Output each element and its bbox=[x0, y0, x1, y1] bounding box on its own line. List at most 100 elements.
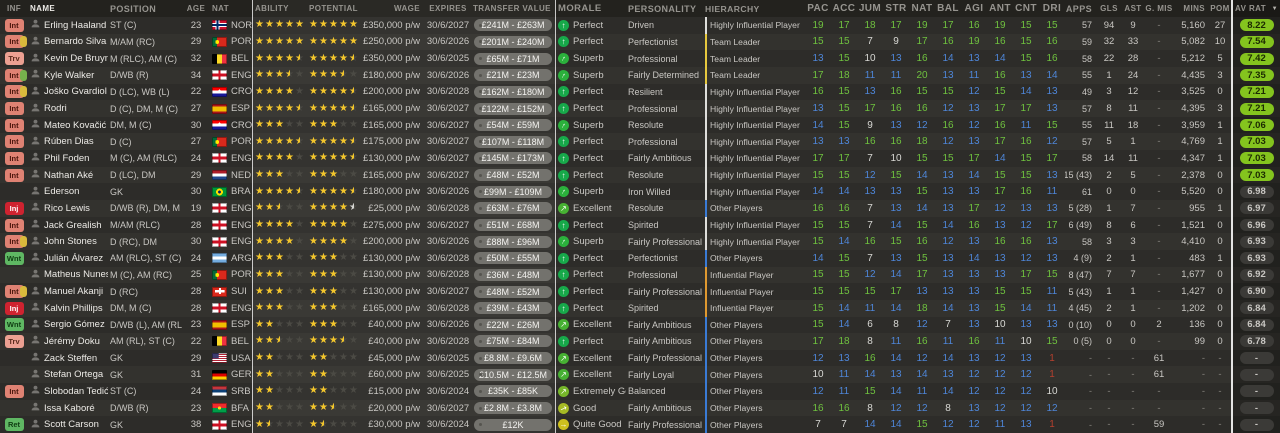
transfer-value-pill[interactable]: £12K bbox=[474, 418, 552, 431]
player-row[interactable]: Int Manuel Akanji D (RC) 28 SUI ★ ★ ★ ★ ★ ★ ★ ★ ★ ★ ★ ★ ★… bbox=[0, 283, 1280, 300]
transfer-value-pill[interactable]: £10.5M - £12.5M bbox=[474, 368, 552, 381]
player-row[interactable]: Trv Jérémy Doku AM (RL), ST (C) 22 BEL ★ ★ ★ ★ ★ ★… bbox=[0, 333, 1280, 350]
player-name-cell[interactable]: Sergio Gómez bbox=[28, 317, 108, 334]
column-header-pot[interactable]: POTENTIAL bbox=[307, 0, 362, 17]
player-name-cell[interactable]: Rico Lewis bbox=[28, 200, 108, 217]
player-name-cell[interactable]: Kalvin Phillips bbox=[28, 300, 108, 317]
player-row[interactable]: Int Rodri D (C), DM, M (C) 27 ESP ★ ★ ★ ★ ★ ★ ★ ★ ★ ★ ★… bbox=[0, 100, 1280, 117]
player-row[interactable]: Int Erling Haaland ST (C) 23 NOR ★ ★ ★ ★ ★ ★ ★ ★ ★ ★ ★ ★… bbox=[0, 17, 1280, 34]
player-name-cell[interactable]: Scott Carson bbox=[28, 416, 108, 433]
player-row[interactable]: Wnt Julián Álvarez AM (RLC), ST (C) 24 ARG ★ ★… bbox=[0, 249, 1280, 267]
column-header-attr3[interactable]: STR bbox=[883, 0, 909, 17]
column-header-val[interactable]: TRANSFER VALUE bbox=[471, 0, 555, 17]
player-row[interactable]: Int Nathan Aké D (LC), DM 29 NED ★ ★ ★ ★ ★ ★ ★ ★ ★ ★ ★ ★… bbox=[0, 166, 1280, 184]
player-name-cell[interactable]: Bernardo Silva bbox=[28, 34, 108, 51]
transfer-value-pill[interactable]: £50M - £55M bbox=[474, 252, 552, 265]
player-row[interactable]: Int Bernardo Silva M/AM (RC) 29 POR ★ ★ ★ ★ ★ ★ ★ ★ ★… bbox=[0, 33, 1280, 51]
player-row[interactable]: Int Mateo Kovačić DM, M (C) 30 CRO ★ ★ ★ ★ ★ ★ ★ ★ ★ ★… bbox=[0, 116, 1280, 134]
player-name-cell[interactable]: John Stones bbox=[28, 233, 108, 250]
column-header-morale[interactable]: MORALE bbox=[555, 0, 626, 17]
column-header-attr0[interactable]: PAC bbox=[805, 0, 831, 17]
player-name-cell[interactable]: Kyle Walker bbox=[28, 67, 108, 84]
transfer-value-pill[interactable]: £65M - £71M bbox=[474, 52, 552, 65]
column-header-attr9[interactable]: DRI bbox=[1039, 0, 1065, 17]
player-row[interactable]: Int Joško Gvardiol D (LC), WB (L) 22 CRO ★ ★ ★ ★… bbox=[0, 83, 1280, 101]
column-header-gls[interactable]: GLS bbox=[1097, 0, 1121, 17]
transfer-value-pill[interactable]: £145M - £173M bbox=[474, 152, 552, 165]
column-header-attr4[interactable]: NAT bbox=[909, 0, 935, 17]
player-name-cell[interactable]: Ederson bbox=[28, 183, 108, 200]
column-header-nat[interactable]: NAT bbox=[210, 0, 252, 17]
player-name-cell[interactable]: Rúben Dias bbox=[28, 133, 108, 150]
player-name-cell[interactable]: Rodri bbox=[28, 100, 108, 117]
transfer-value-pill[interactable]: £51M - £68M bbox=[474, 219, 552, 231]
player-row[interactable]: Int Rúben Dias D (C) 27 POR ★ ★ ★ ★ ★ ★ ★ ★ ★ ★ ★ ★ ★ ★ ★ ★ ★… bbox=[0, 133, 1280, 151]
player-row[interactable]: Stefan Ortega GK 31 GER ★ ★ ★ ★ ★ ★ ★ ★ ★ ★ ★ ★ ★ ★ £60,00… bbox=[0, 366, 1280, 384]
column-header-wage[interactable]: WAGE bbox=[362, 0, 425, 17]
player-name-cell[interactable]: Kevin De Bruyne bbox=[28, 50, 108, 67]
player-name-cell[interactable]: Jérémy Doku bbox=[28, 333, 108, 350]
player-name-cell[interactable]: Erling Haaland bbox=[28, 17, 108, 34]
transfer-value-pill[interactable]: £48M - £52M bbox=[474, 169, 552, 182]
player-row[interactable]: Int Jack Grealish M/AM (RLC) 28 ENG ★ ★ ★ ★ ★ ★ ★ ★ ★… bbox=[0, 216, 1280, 234]
transfer-value-pill[interactable]: £241M - £263M bbox=[474, 19, 552, 32]
player-name-cell[interactable]: Slobodan Tedić bbox=[28, 383, 108, 400]
column-header-attr1[interactable]: ACC bbox=[831, 0, 857, 17]
transfer-value-pill[interactable]: £63M - £76M bbox=[474, 202, 552, 215]
player-name-cell[interactable]: Nathan Aké bbox=[28, 167, 108, 184]
player-row[interactable]: Issa Kaboré D/WB (R) 23 BFA ★ ★ ★ ★ ★ ★ ★ ★ ★ ★ ★ ★ ★ ★ ★ £… bbox=[0, 399, 1280, 417]
transfer-value-pill[interactable]: £39M - £43M bbox=[474, 302, 552, 315]
column-header-abil[interactable]: ABILITY bbox=[252, 0, 307, 17]
column-header-exp[interactable]: EXPIRES bbox=[425, 0, 471, 17]
transfer-value-pill[interactable]: £162M - £180M bbox=[474, 85, 552, 98]
transfer-value-pill[interactable]: £201M - £240M bbox=[474, 35, 552, 48]
player-row[interactable]: RetScott CarsonGK38ENG★★★★★★★★★★★★★★£30,… bbox=[0, 416, 1280, 433]
transfer-value-pill[interactable]: £75M - £84M bbox=[474, 335, 552, 348]
transfer-value-pill[interactable]: £36M - £48M bbox=[474, 268, 552, 281]
column-header-mins[interactable]: MINS bbox=[1173, 0, 1209, 17]
player-name-cell[interactable]: Stefan Ortega bbox=[28, 366, 108, 383]
column-header-name[interactable]: NAME bbox=[28, 0, 108, 17]
player-name-cell[interactable]: Zack Steffen bbox=[28, 350, 108, 367]
player-row[interactable]: InjRico LewisD/WB (R), DM, M (C)19ENG★★★… bbox=[0, 200, 1280, 217]
player-row[interactable]: Inj Kalvin Phillips DM, M (C) 28 ENG ★ ★ ★ ★ ★ ★ ★ ★… bbox=[0, 299, 1280, 317]
sort-descending-icon[interactable]: ▼ bbox=[1272, 6, 1278, 12]
column-header-attr7[interactable]: ANT bbox=[987, 0, 1013, 17]
column-header-gmis[interactable]: G. MIS bbox=[1145, 0, 1173, 17]
player-row[interactable]: Zack Steffen GK 29 USA ★ ★ ★ ★ ★ ★ ★ ★ ★ ★ ★ ★ ★ ★ £45,000… bbox=[0, 349, 1280, 367]
player-name-cell[interactable]: Jack Grealish bbox=[28, 217, 108, 234]
transfer-value-pill[interactable]: £35K - £85K bbox=[474, 385, 552, 398]
column-header-pom[interactable]: POM bbox=[1209, 0, 1231, 17]
column-header-attr5[interactable]: BAL bbox=[935, 0, 961, 17]
column-header-age[interactable]: AGE bbox=[182, 0, 210, 17]
transfer-value-pill[interactable]: £22M - £26M bbox=[474, 318, 552, 331]
player-name-cell[interactable]: Matheus Nunes bbox=[28, 267, 108, 284]
column-header-apps[interactable]: APPS bbox=[1065, 0, 1097, 17]
player-row[interactable]: Int Kyle Walker D/WB (R) 34 ENG ★ ★ ★ ★ ★ ★ ★ ★ ★ ★ ★ ★ ★… bbox=[0, 66, 1280, 84]
player-row[interactable]: Int Phil Foden M (C), AM (RLC) 24 ENG ★ ★ ★ ★ ★ ★ ★… bbox=[0, 150, 1280, 167]
column-header-avrat[interactable]: AV RAT ▼ bbox=[1231, 0, 1280, 17]
player-name-cell[interactable]: Joško Gvardiol bbox=[28, 84, 108, 101]
player-name-cell[interactable]: Issa Kaboré bbox=[28, 400, 108, 417]
player-name-cell[interactable]: Phil Foden bbox=[28, 150, 108, 167]
transfer-value-pill[interactable]: £99M - £109M bbox=[474, 185, 552, 198]
column-header-pos[interactable]: POSITION bbox=[108, 0, 182, 17]
player-row[interactable]: Int Slobodan Tedić ST (C) 24 SRB ★ ★ ★ ★ ★ ★ ★ ★ ★ ★ ★ ★… bbox=[0, 383, 1280, 400]
player-name-cell[interactable]: Julián Álvarez bbox=[28, 250, 108, 267]
player-row[interactable]: Wnt Sergio Gómez D/WB (L), AM (RL) 23 ESP ★ ★ ★… bbox=[0, 316, 1280, 334]
transfer-value-pill[interactable]: £88M - £96M bbox=[474, 235, 552, 248]
transfer-value-pill[interactable]: £122M - £152M bbox=[474, 102, 552, 115]
column-header-attr6[interactable]: AGI bbox=[961, 0, 987, 17]
player-row[interactable]: EdersonGK30BRA★★★★★★★★★★★★★★★★★★★★£180,0… bbox=[0, 183, 1280, 201]
transfer-value-pill[interactable]: £107M - £118M bbox=[474, 135, 552, 148]
transfer-value-pill[interactable]: £21M - £23M bbox=[474, 69, 552, 82]
column-header-attr8[interactable]: CNT bbox=[1013, 0, 1039, 17]
transfer-value-pill[interactable]: £48M - £52M bbox=[474, 285, 552, 298]
transfer-value-pill[interactable]: £8.8M - £9.6M bbox=[474, 352, 552, 365]
player-name-cell[interactable]: Manuel Akanji bbox=[28, 283, 108, 300]
player-row[interactable]: Matheus Nunes M (C), AM (RC) 25 POR ★ ★ ★ ★ ★ ★ ★ ★… bbox=[0, 266, 1280, 284]
column-header-inf[interactable]: INF bbox=[0, 0, 28, 17]
transfer-value-pill[interactable]: £2.8M - £3.8M bbox=[474, 402, 552, 415]
column-header-hier[interactable]: HIERARCHY bbox=[705, 0, 805, 17]
transfer-value-pill[interactable]: £54M - £59M bbox=[474, 119, 552, 132]
